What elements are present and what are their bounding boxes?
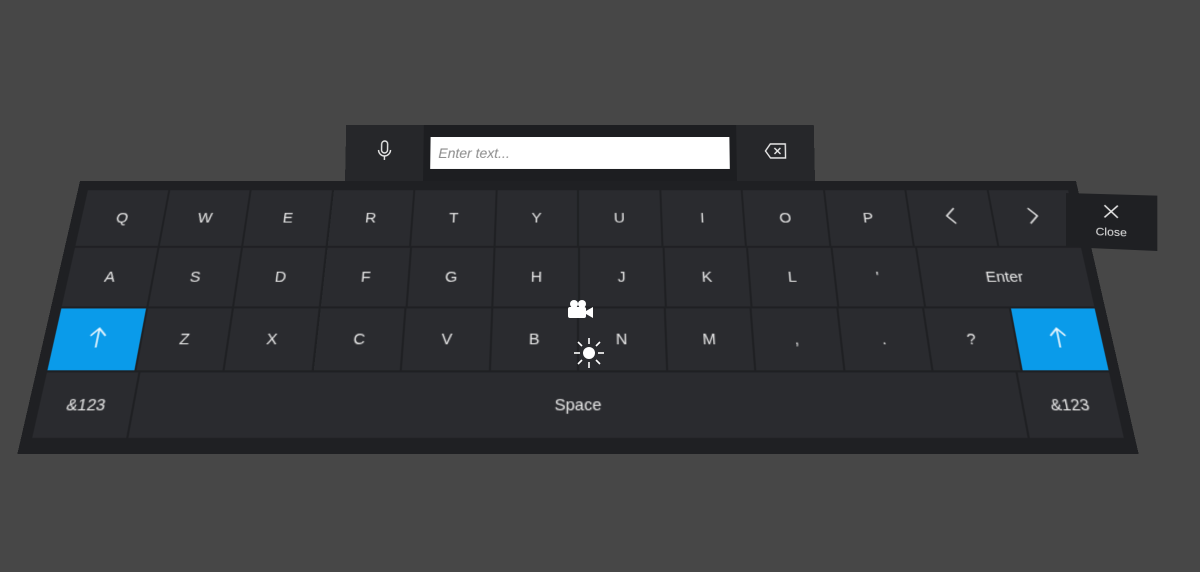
- key-s[interactable]: S: [148, 247, 242, 307]
- close-button[interactable]: Close: [1066, 193, 1158, 251]
- key-z[interactable]: Z: [136, 308, 232, 371]
- key-t[interactable]: T: [411, 190, 496, 246]
- microphone-icon: [376, 139, 392, 166]
- close-label: Close: [1095, 226, 1127, 240]
- symbols-key-left[interactable]: &123: [32, 372, 139, 438]
- key-y[interactable]: Y: [495, 190, 577, 246]
- key-w[interactable]: W: [159, 190, 250, 246]
- close-icon: [1103, 204, 1119, 224]
- keyboard-top-bar: [345, 125, 815, 181]
- sun-icon: [573, 337, 605, 374]
- key-u[interactable]: U: [579, 190, 661, 246]
- key-apostrophe[interactable]: ': [832, 247, 924, 307]
- key-l[interactable]: L: [748, 247, 838, 307]
- key-d[interactable]: D: [234, 247, 326, 307]
- text-entry-field[interactable]: [430, 137, 730, 169]
- key-e[interactable]: E: [243, 190, 332, 246]
- key-p[interactable]: P: [824, 190, 913, 246]
- key-r[interactable]: R: [327, 190, 414, 246]
- key-comma[interactable]: ,: [751, 308, 843, 371]
- key-m[interactable]: M: [665, 308, 755, 371]
- shift-key-left[interactable]: [47, 308, 146, 371]
- keyboard-row-2: A S D F G H J K L ' Enter: [61, 247, 1095, 307]
- text-input-container: [427, 125, 733, 181]
- shift-arrow-icon: [1046, 325, 1071, 353]
- keyboard-row-4: &123 Space &123: [32, 372, 1124, 438]
- key-b[interactable]: B: [490, 308, 577, 371]
- shift-key-right[interactable]: [1010, 308, 1109, 371]
- key-i[interactable]: I: [660, 190, 745, 246]
- key-j[interactable]: J: [580, 247, 665, 307]
- enter-key[interactable]: Enter: [916, 247, 1095, 307]
- microphone-button[interactable]: [345, 125, 424, 181]
- backspace-button[interactable]: [736, 125, 815, 181]
- key-g[interactable]: G: [407, 247, 494, 307]
- chevron-right-icon: [1025, 206, 1042, 229]
- symbols-key-right[interactable]: &123: [1017, 372, 1124, 438]
- key-o[interactable]: O: [742, 190, 829, 246]
- key-f[interactable]: F: [320, 247, 410, 307]
- key-h[interactable]: H: [493, 247, 579, 307]
- mixed-reality-scene: Q W E R T Y U I O P A S D: [0, 0, 1200, 572]
- key-k[interactable]: K: [664, 247, 751, 307]
- key-c[interactable]: C: [313, 308, 405, 371]
- space-key[interactable]: Space: [128, 372, 1028, 438]
- key-v[interactable]: V: [401, 308, 491, 371]
- key-question[interactable]: ?: [924, 308, 1020, 371]
- backspace-icon: [764, 142, 786, 163]
- keyboard-row-1: Q W E R T Y U I O P: [75, 190, 1081, 246]
- key-period[interactable]: .: [837, 308, 932, 371]
- chevron-left-icon: [943, 206, 959, 229]
- shift-arrow-icon: [85, 325, 110, 353]
- key-q[interactable]: Q: [75, 190, 168, 246]
- cursor-left-key[interactable]: [906, 190, 997, 246]
- key-x[interactable]: X: [224, 308, 319, 371]
- video-camera-icon: [565, 299, 595, 326]
- key-a[interactable]: A: [61, 247, 158, 307]
